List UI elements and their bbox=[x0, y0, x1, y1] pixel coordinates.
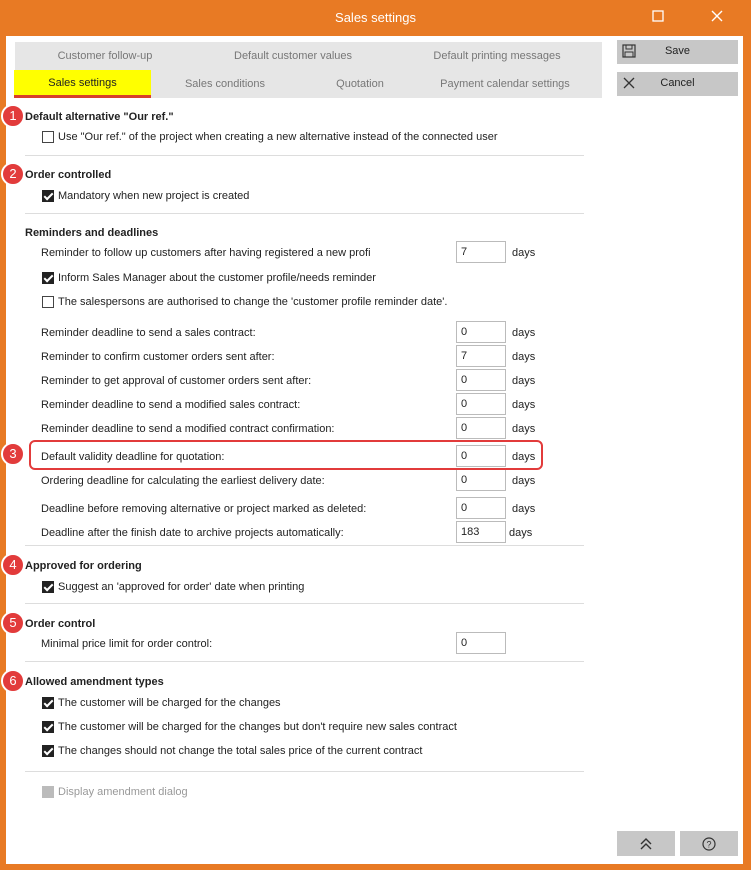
tab-sales-settings[interactable]: Sales settings bbox=[14, 70, 151, 98]
min-price-input[interactable]: 0 bbox=[456, 632, 506, 654]
section-title-approved: Approved for ordering bbox=[25, 560, 142, 572]
mandatory-checkbox[interactable] bbox=[42, 190, 54, 202]
maximize-icon[interactable] bbox=[647, 8, 669, 28]
days-unit: days bbox=[512, 375, 536, 387]
section-title-our-ref: Default alternative "Our ref." bbox=[25, 111, 174, 123]
our-ref-label: Use "Our ref." of the project when creat… bbox=[58, 131, 498, 143]
authorised-checkbox[interactable] bbox=[42, 296, 54, 308]
sales-settings-window: Sales settings Customer follow-up Defaul… bbox=[0, 0, 751, 870]
double-chevron-up-icon bbox=[639, 835, 653, 851]
annotation-badge-6: 6 bbox=[1, 669, 25, 693]
annotation-badge-3: 3 bbox=[1, 442, 25, 466]
days-unit: days bbox=[512, 475, 536, 487]
help-icon: ? bbox=[702, 835, 716, 851]
tab-quotation[interactable]: Quotation bbox=[315, 70, 405, 98]
days-unit: days bbox=[512, 327, 536, 339]
display-dialog-label: Display amendment dialog bbox=[58, 786, 188, 798]
save-label: Save bbox=[664, 45, 691, 57]
reminder-row-input[interactable]: 0 bbox=[456, 497, 506, 519]
amendment-charged-label: The customer will be charged for the cha… bbox=[58, 697, 281, 709]
display-dialog-checkbox bbox=[42, 786, 54, 798]
amendment-no-price-change-checkbox[interactable] bbox=[42, 745, 54, 757]
reminder-row-label: Reminder deadline to send a modified con… bbox=[41, 423, 335, 435]
window-title: Sales settings bbox=[335, 10, 416, 25]
tab-customer-follow-up[interactable]: Customer follow-up bbox=[35, 42, 175, 70]
title-bar: Sales settings bbox=[0, 0, 751, 36]
days-unit: days bbox=[512, 399, 536, 411]
annotation-badge-4: 4 bbox=[1, 553, 25, 577]
tab-row-1: Customer follow-up Default customer valu… bbox=[15, 42, 602, 70]
svg-text:?: ? bbox=[706, 840, 711, 850]
tab-payment-calendar-settings[interactable]: Payment calendar settings bbox=[425, 70, 585, 98]
reminder-row-label: Deadline after the finish date to archiv… bbox=[41, 527, 344, 539]
divider bbox=[25, 661, 584, 662]
authorised-label: The salespersons are authorised to chang… bbox=[58, 296, 448, 308]
days-unit: days bbox=[512, 503, 536, 515]
amendment-no-contract-label: The customer will be charged for the cha… bbox=[58, 721, 457, 733]
reminder-row-label: Reminder to get approval of customer ord… bbox=[41, 375, 312, 387]
annotation-badge-2: 2 bbox=[1, 162, 25, 186]
divider bbox=[25, 545, 584, 546]
close-icon[interactable] bbox=[706, 8, 728, 28]
divider bbox=[25, 603, 584, 604]
amendment-no-contract-checkbox[interactable] bbox=[42, 721, 54, 733]
min-price-label: Minimal price limit for order control: bbox=[41, 638, 213, 650]
tab-row-2: Sales settings Sales conditions Quotatio… bbox=[14, 70, 602, 98]
section-title-order-control: Order control bbox=[25, 618, 96, 630]
days-unit: days bbox=[512, 423, 536, 435]
help-button[interactable]: ? bbox=[680, 831, 738, 856]
reminder-row-input[interactable]: 0 bbox=[456, 469, 506, 491]
reminder-row-input[interactable]: 0 bbox=[456, 393, 506, 415]
annotation-badge-5: 5 bbox=[1, 611, 25, 635]
reminder-row-input[interactable]: 7 bbox=[456, 345, 506, 367]
mandatory-label: Mandatory when new project is created bbox=[58, 190, 250, 202]
annotation-badge-1: 1 bbox=[1, 104, 25, 128]
section-title-amendment: Allowed amendment types bbox=[25, 676, 164, 688]
tab-default-customer-values[interactable]: Default customer values bbox=[215, 42, 371, 70]
approved-checkbox[interactable] bbox=[42, 581, 54, 593]
days-unit: days bbox=[509, 527, 533, 539]
section-title-order-controlled: Order controlled bbox=[25, 169, 112, 181]
cancel-button[interactable]: Cancel bbox=[617, 72, 738, 96]
annotation-highlight-frame bbox=[29, 440, 543, 470]
tab-sales-conditions[interactable]: Sales conditions bbox=[165, 70, 285, 98]
reminder-row-label: Deadline before removing alternative or … bbox=[41, 503, 367, 515]
inform-manager-checkbox[interactable] bbox=[42, 272, 54, 284]
follow-up-label: Reminder to follow up customers after ha… bbox=[41, 247, 371, 259]
scroll-top-button[interactable] bbox=[617, 831, 675, 856]
reminder-row-input[interactable]: 183 bbox=[456, 521, 506, 543]
reminder-row-label: Reminder deadline to send a sales contra… bbox=[41, 327, 256, 339]
save-button[interactable]: Save bbox=[617, 40, 738, 64]
reminder-row-label: Ordering deadline for calculating the ea… bbox=[41, 475, 325, 487]
divider bbox=[25, 155, 584, 156]
inform-manager-label: Inform Sales Manager about the customer … bbox=[58, 272, 376, 284]
reminder-row-input[interactable]: 0 bbox=[456, 369, 506, 391]
amendment-charged-checkbox[interactable] bbox=[42, 697, 54, 709]
divider bbox=[25, 771, 584, 772]
reminder-row-input[interactable]: 0 bbox=[456, 417, 506, 439]
days-unit: days bbox=[512, 351, 536, 363]
reminder-row-label: Reminder to confirm customer orders sent… bbox=[41, 351, 275, 363]
section-title-reminders: Reminders and deadlines bbox=[25, 227, 159, 239]
tab-default-printing-messages[interactable]: Default printing messages bbox=[417, 42, 577, 70]
amendment-no-price-change-label: The changes should not change the total … bbox=[58, 745, 423, 757]
reminder-row-label: Reminder deadline to send a modified sal… bbox=[41, 399, 301, 411]
cancel-label: Cancel bbox=[660, 77, 695, 89]
days-unit: days bbox=[512, 247, 536, 259]
divider bbox=[25, 213, 584, 214]
our-ref-checkbox[interactable] bbox=[42, 131, 54, 143]
follow-up-input[interactable]: 7 bbox=[456, 241, 506, 263]
approved-label: Suggest an 'approved for order' date whe… bbox=[58, 581, 305, 593]
reminder-row-input[interactable]: 0 bbox=[456, 321, 506, 343]
settings-content: Customer follow-up Default customer valu… bbox=[1, 36, 743, 864]
